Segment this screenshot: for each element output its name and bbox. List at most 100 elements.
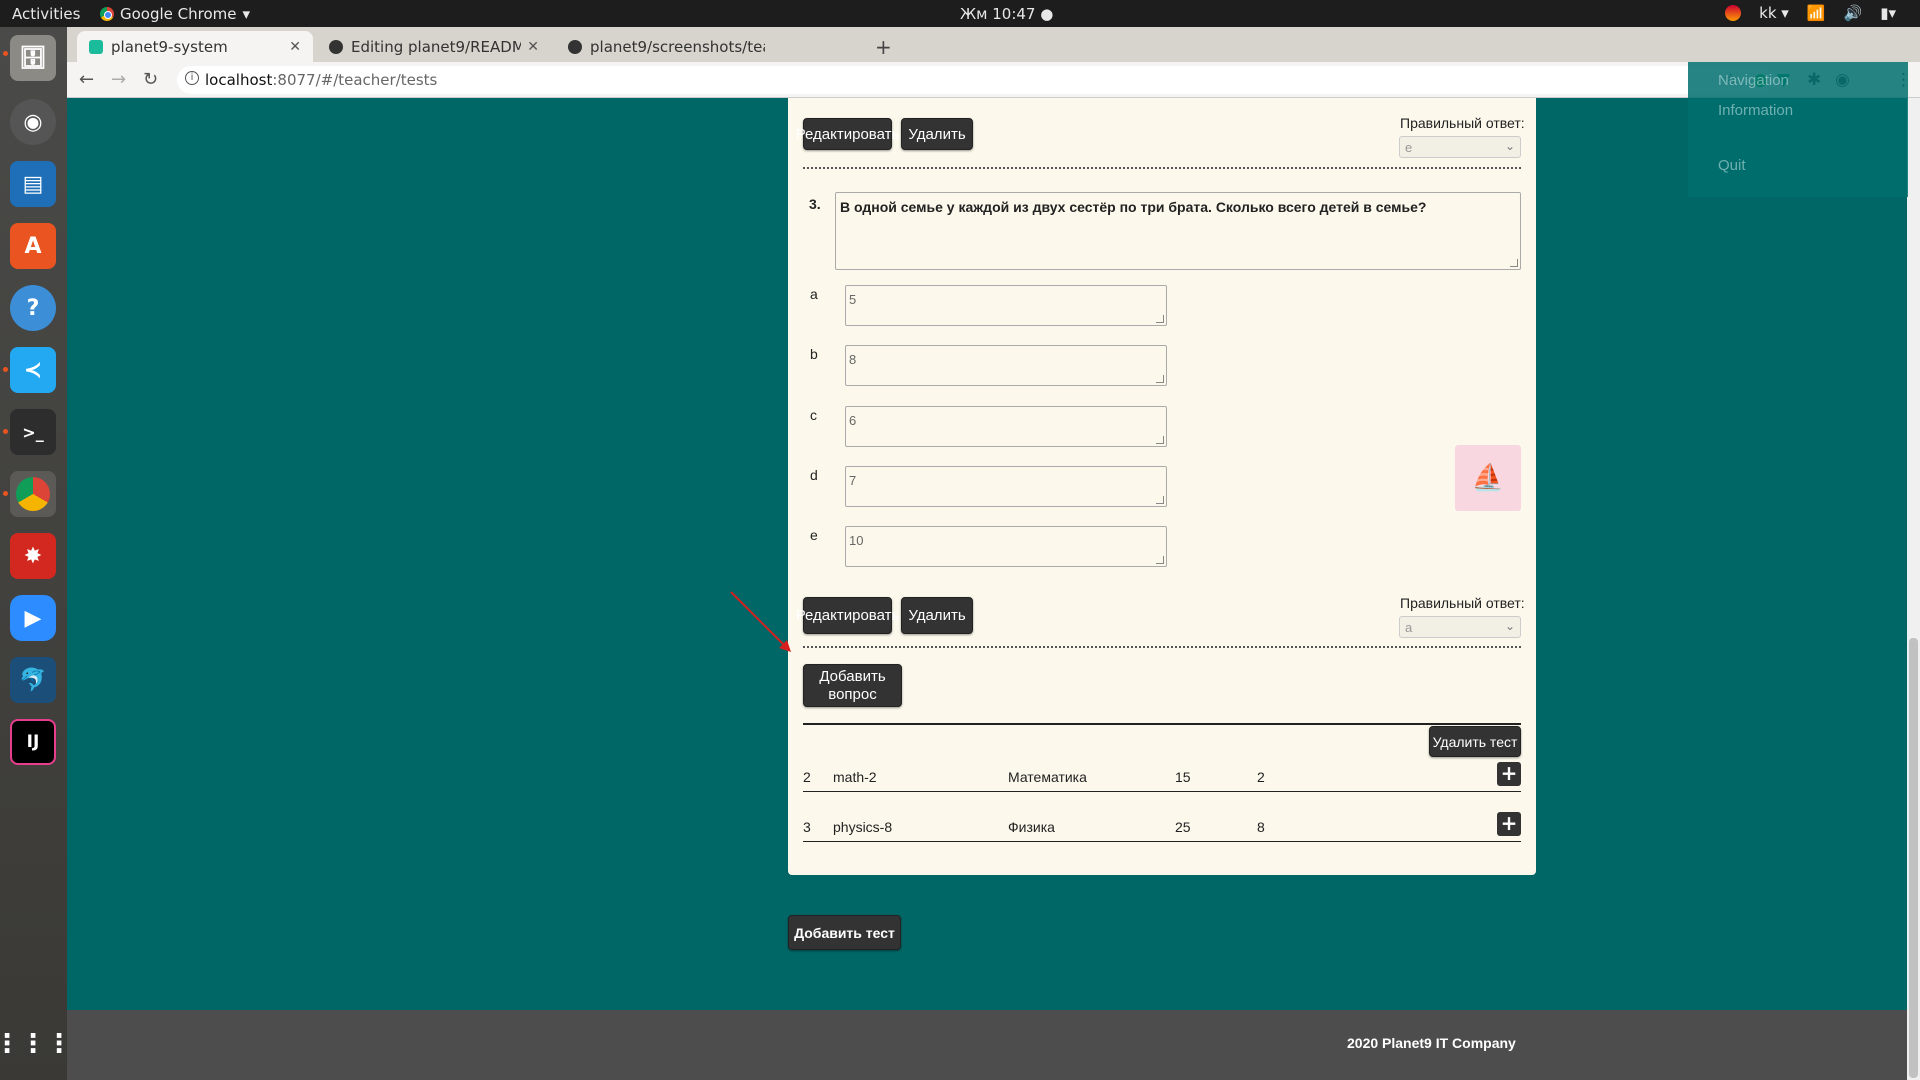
test-grade: 2 xyxy=(1257,769,1265,785)
resize-handle[interactable] xyxy=(1156,375,1164,383)
menu-item-information[interactable]: Information xyxy=(1718,102,1793,119)
app-menu[interactable]: Google Chrome ▾ xyxy=(100,5,250,23)
delete-question-button[interactable]: Удалить xyxy=(901,118,973,150)
test-question-count: 25 xyxy=(1175,819,1191,835)
resize-handle[interactable] xyxy=(1156,436,1164,444)
chrome-dock-icon[interactable] xyxy=(10,471,56,517)
scrollbar-thumb[interactable] xyxy=(1909,638,1918,1078)
close-icon[interactable]: ✕ xyxy=(527,39,539,55)
correct-answer-select[interactable]: a ⌄ xyxy=(1399,616,1521,638)
reload-icon[interactable]: ↻ xyxy=(143,69,158,90)
mysql-workbench-icon[interactable]: 🐬 xyxy=(10,657,56,703)
system-top-bar: Activities Google Chrome ▾ Жм 10:47 ● kk… xyxy=(0,0,1920,27)
correct-answer-label: Правильный ответ: xyxy=(1400,595,1525,611)
correct-answer-select[interactable]: e ⌄ xyxy=(1399,136,1521,158)
floating-widget-icon[interactable]: ⛵ xyxy=(1455,445,1521,511)
github-icon xyxy=(568,39,582,54)
resize-handle[interactable] xyxy=(1156,315,1164,323)
row-divider xyxy=(803,841,1521,842)
page-scrollbar[interactable] xyxy=(1907,98,1920,1080)
tab-screenshots[interactable]: planet9/screenshots/tea xyxy=(556,31,796,62)
forward-icon[interactable]: → xyxy=(111,69,126,90)
option-field-a[interactable]: 5 xyxy=(845,285,1167,326)
tab-title: planet9-system xyxy=(111,37,228,56)
add-question-button[interactable]: Добавить вопрос xyxy=(803,664,902,707)
vscode-icon[interactable]: ≺ xyxy=(10,347,56,393)
option-value: 7 xyxy=(849,473,857,488)
running-indicator xyxy=(3,491,8,496)
tab-title: Editing planet9/README xyxy=(351,37,521,56)
copyright-text: 2020 Planet9 IT Company xyxy=(1347,1035,1516,1051)
option-field-e[interactable]: 10 xyxy=(845,526,1167,567)
writer-icon[interactable]: ▤ xyxy=(10,161,56,207)
option-value: 6 xyxy=(849,413,857,428)
intellij-icon[interactable]: IJ xyxy=(10,719,56,765)
delete-test-button[interactable]: Удалить тест xyxy=(1429,726,1521,757)
info-icon[interactable]: i xyxy=(185,71,199,85)
new-tab-button[interactable]: + xyxy=(875,35,892,59)
user-menu[interactable]: kk ▾ xyxy=(1759,4,1789,22)
option-letter-e: e xyxy=(810,527,818,543)
tab-editing-readme[interactable]: Editing planet9/README ✕ xyxy=(317,31,551,62)
resize-handle[interactable] xyxy=(1156,556,1164,564)
tab-planet9-system[interactable]: planet9-system ✕ xyxy=(77,31,313,62)
files-icon[interactable]: 🗄 xyxy=(10,35,56,81)
resize-handle[interactable] xyxy=(1510,259,1518,267)
volume-icon: 🔊 xyxy=(1843,4,1863,22)
option-field-b[interactable]: 8 xyxy=(845,345,1167,386)
app-menu-label: Google Chrome xyxy=(120,5,237,23)
test-grade: 8 xyxy=(1257,819,1265,835)
test-name: physics-8 xyxy=(833,819,893,835)
option-letter-c: c xyxy=(810,407,817,423)
delete-question-button[interactable]: Удалить xyxy=(901,597,973,634)
tests-card: Редактировать Удалить Правильный ответ: … xyxy=(788,98,1536,875)
menu-item-navigation[interactable]: Navigation xyxy=(1718,72,1789,89)
edit-question-button[interactable]: Редактировать xyxy=(796,118,899,150)
address-bar[interactable]: i localhost:8077/#/teacher/tests xyxy=(177,66,1777,94)
option-field-d[interactable]: 7 xyxy=(845,466,1167,507)
clock[interactable]: Жм 10:47 ● xyxy=(960,5,1053,23)
wifi-icon: 📶 xyxy=(1806,4,1826,22)
clock-label: Жм 10:47 xyxy=(960,5,1036,23)
correct-answer-label: Правильный ответ: xyxy=(1400,115,1525,131)
question-number: 3. xyxy=(809,196,821,212)
back-icon[interactable]: ← xyxy=(79,69,94,90)
system-tray[interactable]: kk ▾ 📶 🔊 ▮▾ xyxy=(1725,4,1896,22)
option-value: 10 xyxy=(849,533,864,548)
dock: 🗄 ◉ ▤ A ? ≺ >_ ✸ ▶ 🐬 IJ ⋮⋮⋮ xyxy=(0,27,72,1080)
software-center-icon[interactable]: A xyxy=(10,223,56,269)
zoom-icon[interactable]: ▶ xyxy=(10,595,56,641)
correct-answer-value: e xyxy=(1405,139,1413,155)
planet9-favicon-icon xyxy=(89,39,103,54)
battery-icon: ▮▾ xyxy=(1880,4,1896,22)
chevron-down-icon: ⌄ xyxy=(1504,139,1515,153)
rhythmbox-icon[interactable]: ◉ xyxy=(10,99,56,145)
page-content: Редактировать Удалить Правильный ответ: … xyxy=(67,98,1907,1080)
footer: 2020 Planet9 IT Company xyxy=(67,1010,1907,1080)
annotation-arrow xyxy=(730,591,791,652)
url-host: localhost xyxy=(205,71,273,89)
show-apps-icon[interactable]: ⋮⋮⋮ xyxy=(0,1021,72,1067)
menu-item-quit[interactable]: Quit xyxy=(1718,157,1746,174)
row-divider xyxy=(803,791,1521,792)
app-indicator-icon xyxy=(1725,5,1742,21)
activities-button[interactable]: Activities xyxy=(12,5,80,23)
test-question-count: 15 xyxy=(1175,769,1191,785)
resize-handle[interactable] xyxy=(1156,496,1164,504)
tab-strip: planet9-system ✕ Editing planet9/README … xyxy=(67,27,1920,62)
running-indicator xyxy=(3,51,8,56)
wolfram-icon[interactable]: ✸ xyxy=(10,533,56,579)
option-value: 5 xyxy=(849,292,857,307)
option-field-c[interactable]: 6 xyxy=(845,406,1167,447)
question-text-field[interactable]: В одной семье у каждой из двух сестёр по… xyxy=(835,192,1521,270)
edit-question-button[interactable]: Редактировать xyxy=(796,597,899,634)
expand-test-button[interactable]: + xyxy=(1497,762,1521,786)
help-icon[interactable]: ? xyxy=(10,285,56,331)
terminal-icon[interactable]: >_ xyxy=(10,409,56,455)
close-icon[interactable]: ✕ xyxy=(289,39,301,55)
expand-test-button[interactable]: + xyxy=(1497,812,1521,836)
chrome-icon xyxy=(100,7,114,21)
add-test-button[interactable]: Добавить тест xyxy=(788,915,901,950)
correct-answer-value: a xyxy=(1405,619,1413,635)
test-subject: Математика xyxy=(1008,769,1087,785)
